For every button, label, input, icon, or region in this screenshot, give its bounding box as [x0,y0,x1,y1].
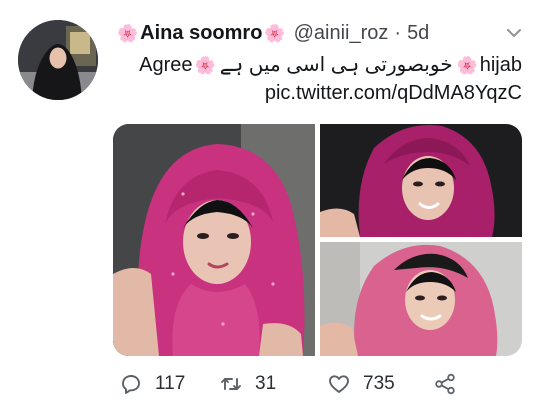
tweet-header: 🌸 Aina soomro 🌸 @ainii_roz · 5d [115,18,495,48]
heart-icon [329,375,349,393]
chevron-down-icon[interactable] [505,24,523,42]
like-button[interactable]: 735 [327,368,395,400]
retweet-count: 31 [255,373,277,394]
separator-dot: · [394,22,402,44]
avatar[interactable] [18,20,98,100]
retweet-button[interactable]: 31 [219,368,276,400]
flower-emoji: 🌸 [117,23,139,43]
reply-icon [122,375,140,394]
photo-2[interactable] [320,124,522,237]
photo-1[interactable] [113,124,315,356]
tweet-word: Agree [139,54,193,76]
like-count: 735 [363,373,395,394]
tweet-urdu-text: خوبصورتی ہی اسی میں ہے [219,54,453,76]
photo-3[interactable] [320,242,522,356]
avatar-image [18,20,98,100]
flower-emoji: 🌸 [456,55,478,75]
hijab-photo [113,124,315,356]
tweet-actions: 117 31 735 [115,368,515,400]
reply-count: 117 [155,373,186,394]
tweet-text-line: Agree 🌸 خوبصورتی ہی اسی میں ہے 🌸 hijab [130,52,522,78]
share-icon [435,373,455,395]
user-handle[interactable]: @ainii_roz [294,19,389,47]
media-grid [113,124,522,356]
tweet-card[interactable]: 🌸 Aina soomro 🌸 @ainii_roz · 5d Agree 🌸 … [0,0,533,408]
tweet-link[interactable]: pic.twitter.com/qDdMA8YqzC [130,80,522,106]
flower-emoji: 🌸 [264,23,286,43]
reply-button[interactable]: 117 [119,368,185,400]
tweet-word: hijab [479,54,522,76]
display-name[interactable]: Aina soomro [140,19,262,47]
retweet-icon [221,378,241,390]
hijab-photo [320,124,522,237]
hijab-photo [320,242,522,356]
timestamp[interactable]: 5d [407,19,429,47]
flower-emoji: 🌸 [194,55,216,75]
share-button[interactable] [433,368,457,400]
